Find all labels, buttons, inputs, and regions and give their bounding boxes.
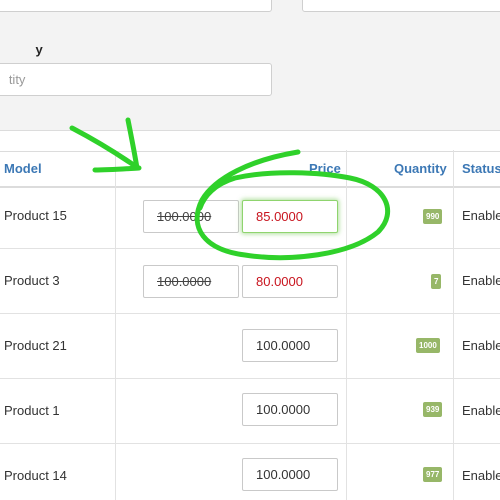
quantity-filter-input[interactable]: Quantity [0,63,272,96]
status-cell: Enabled [462,208,500,223]
status-cell: Enabled [462,338,500,353]
table-row: Product 1 100.0000 939 Enabled [0,379,500,444]
column-header-price[interactable]: Price [309,152,341,186]
quantity-badge: 990 [423,209,443,224]
product-list-page: Quantity Quantity Model Price Quantity S… [0,0,500,500]
column-header-status[interactable]: Status [462,152,500,186]
status-cell: Enabled [462,468,500,483]
column-header-quantity[interactable]: Quantity [394,152,447,186]
old-price-field[interactable]: 100.0000 [143,265,239,298]
table-header: Model Price Quantity Status [0,151,500,188]
price-field[interactable]: 100.0000 [242,458,338,491]
special-price-field[interactable]: 80.0000 [242,265,338,298]
table-row: Product 14 100.0000 977 Enabled [0,444,500,500]
quantity-badge: 1000 [416,338,440,353]
filter-field-top-left[interactable] [0,0,272,12]
old-price-field[interactable]: 100.0000 [143,200,239,233]
special-price-field[interactable]: 85.0000 [242,200,338,233]
quantity-filter-label: Quantity [35,42,43,57]
column-header-model[interactable]: Model [4,152,42,186]
quantity-badge: 977 [423,467,443,482]
status-cell: Enabled [462,273,500,288]
model-cell: Product 1 [4,403,60,418]
price-field[interactable]: 100.0000 [242,329,338,362]
quantity-badge: 7 [431,274,442,289]
table-row: Product 21 100.0000 1000 Enabled [0,314,500,379]
quantity-badge: 939 [423,402,443,417]
model-cell: Product 14 [4,468,67,483]
quantity-filter-placeholder: Quantity [8,72,26,87]
price-field[interactable]: 100.0000 [242,393,338,426]
filter-field-top-right[interactable] [302,0,500,12]
model-cell: Product 15 [4,208,67,223]
status-cell: Enabled [462,403,500,418]
table-row: Product 15 100.0000 85.0000 990 Enabled [0,184,500,249]
table-row: Product 3 100.0000 80.0000 7 Enabled [0,249,500,314]
model-cell: Product 3 [4,273,60,288]
model-cell: Product 21 [4,338,67,353]
